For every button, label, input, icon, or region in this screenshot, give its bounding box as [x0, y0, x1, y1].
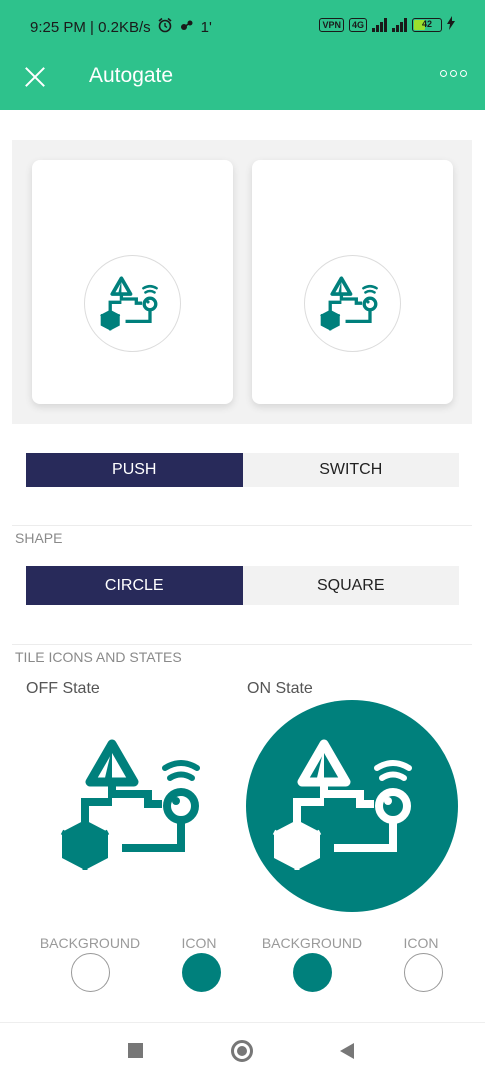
system-nav-bar	[0, 1022, 485, 1080]
charging-icon	[447, 16, 455, 34]
circle-option[interactable]: CIRCLE	[26, 566, 243, 605]
on-background-label: BACKGROUND	[261, 935, 363, 951]
mode-toggle: PUSH SWITCH	[26, 453, 459, 487]
divider	[12, 644, 472, 645]
tile-preview	[12, 140, 472, 424]
status-extra-text: 1'	[200, 18, 212, 36]
top-bar: 9:25 PM | 0.2KB/s 1' VPN 4G 42 Autogate	[0, 0, 485, 110]
on-background-color-swatch[interactable]	[293, 953, 332, 992]
close-button[interactable]	[22, 64, 48, 90]
battery-icon: 42	[412, 18, 442, 32]
home-button[interactable]	[231, 1040, 253, 1062]
iot-device-icon	[304, 255, 401, 352]
signal-icon-2	[392, 18, 407, 32]
back-button[interactable]	[340, 1043, 354, 1059]
preview-tile-off[interactable]	[32, 160, 233, 404]
signal-icon	[372, 18, 387, 32]
off-icon-color-swatch[interactable]	[182, 953, 221, 992]
off-icon-label: ICON	[181, 935, 217, 951]
bluetooth-like-icon	[179, 18, 195, 36]
preview-tile-on[interactable]	[252, 160, 453, 404]
page-title: Autogate	[89, 64, 174, 87]
off-background-color-swatch[interactable]	[71, 953, 110, 992]
push-option[interactable]: PUSH	[26, 453, 243, 487]
on-state-icon-preview[interactable]	[246, 700, 458, 912]
status-time-speed: 9:25 PM | 0.2KB/s	[30, 18, 151, 36]
switch-option[interactable]: SWITCH	[242, 453, 459, 487]
off-background-label: BACKGROUND	[39, 935, 141, 951]
vpn-badge: VPN	[319, 18, 344, 32]
square-option[interactable]: SQUARE	[242, 566, 459, 605]
status-bar: 9:25 PM | 0.2KB/s 1' VPN 4G 42	[0, 0, 485, 44]
more-options-button[interactable]	[440, 70, 467, 77]
battery-level: 42	[421, 19, 432, 29]
tile-icons-section-label: TILE ICONS AND STATES	[15, 649, 182, 665]
network-badge: 4G	[348, 18, 367, 32]
off-state-icon-preview[interactable]	[34, 700, 246, 912]
iot-device-icon	[272, 736, 432, 876]
app-bar: Autogate	[0, 50, 485, 110]
divider	[12, 525, 472, 526]
on-state-label: ON State	[247, 680, 313, 697]
alarm-clock-icon	[157, 17, 173, 37]
off-state-label: OFF State	[26, 680, 100, 697]
on-icon-color-swatch[interactable]	[404, 953, 443, 992]
shape-toggle: CIRCLE SQUARE	[26, 566, 459, 605]
recents-button[interactable]	[128, 1043, 143, 1058]
iot-device-icon	[84, 255, 181, 352]
shape-section-label: SHAPE	[15, 530, 63, 546]
on-icon-label: ICON	[403, 935, 439, 951]
iot-device-icon	[60, 736, 220, 876]
